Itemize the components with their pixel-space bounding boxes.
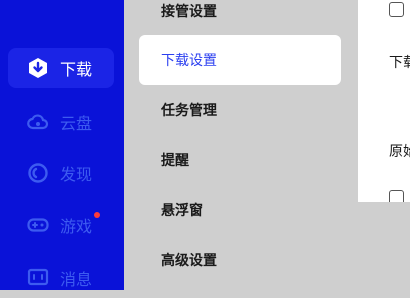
menu-label-advanced-settings: 高级设置: [161, 253, 217, 269]
message-icon: [26, 266, 50, 290]
gamepad-icon: [26, 213, 50, 237]
menu-item-advanced-settings[interactable]: 高级设置: [139, 235, 341, 285]
discover-icon: [26, 161, 50, 185]
menu-item-floating-window[interactable]: 悬浮窗: [139, 185, 341, 235]
nav-label-games: 游戏: [60, 217, 93, 236]
nav-item-cloud[interactable]: 云盘: [8, 102, 114, 142]
menu-item-takeover[interactable]: 接管设置: [139, 0, 341, 36]
nav-item-messages[interactable]: 消息: [8, 258, 114, 298]
nav-label-discover: 发现: [60, 165, 93, 184]
option-checkbox-bottom[interactable]: [389, 190, 404, 202]
nav-item-games[interactable]: 游戏: [8, 205, 114, 245]
menu-label-reminder: 提醒: [161, 153, 189, 169]
menu-item-reminder[interactable]: 提醒: [139, 135, 341, 185]
menu-label-floating-window: 悬浮窗: [161, 203, 203, 219]
menu-item-download-settings[interactable]: 下载设置: [139, 35, 341, 85]
left-nav: 下载 云盘 发现 游戏 消息: [0, 0, 124, 290]
nav-label-messages: 消息: [60, 270, 93, 289]
settings-content-panel: 下载 原始: [358, 0, 410, 202]
menu-item-task-management[interactable]: 任务管理: [139, 85, 341, 135]
notification-dot: [94, 212, 100, 218]
settings-menu: 接管设置 下载设置 任务管理 提醒 悬浮窗 高级设置: [124, 0, 358, 290]
nav-item-download[interactable]: 下载: [8, 48, 114, 88]
menu-label-download-settings: 下载设置: [161, 53, 217, 69]
option-checkbox-top[interactable]: [389, 2, 404, 17]
option-label-original: 原始: [389, 144, 410, 160]
download-icon: [26, 56, 50, 80]
nav-item-discover[interactable]: 发现: [8, 153, 114, 193]
nav-label-download: 下载: [60, 60, 93, 79]
menu-label-takeover: 接管设置: [161, 4, 217, 20]
menu-label-task-management: 任务管理: [161, 103, 217, 119]
nav-label-cloud: 云盘: [60, 114, 93, 133]
section-label-download: 下载: [389, 55, 410, 71]
cloud-icon: [26, 110, 50, 134]
